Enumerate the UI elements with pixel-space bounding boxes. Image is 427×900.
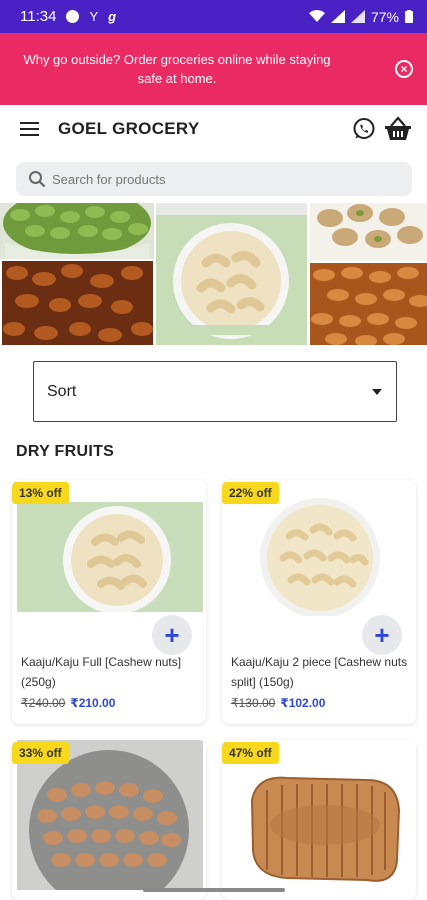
sort-dropdown[interactable]: Sort xyxy=(33,361,397,422)
product-name: Kaaju/Kaju Full [Cashew nuts] (250g) xyxy=(21,655,182,689)
raisins-image xyxy=(2,261,153,345)
search-icon xyxy=(29,171,46,188)
product-card[interactable]: 47% off xyxy=(222,740,416,900)
original-price: ₹240.00 xyxy=(21,696,66,710)
cardamom-image xyxy=(0,203,154,259)
discount-badge: 33% off xyxy=(12,742,69,764)
menu-icon[interactable] xyxy=(20,122,39,136)
product-image xyxy=(227,496,413,616)
whatsapp-icon[interactable] xyxy=(352,117,376,141)
product-image xyxy=(17,502,203,612)
sale-price: ₹102.00 xyxy=(280,696,326,710)
status-time: 11:34 xyxy=(20,8,57,25)
close-icon[interactable]: × xyxy=(395,60,413,78)
price-row: ₹240.00 ₹210.00 xyxy=(21,696,115,710)
sale-price: ₹210.00 xyxy=(70,696,116,710)
discount-badge: 13% off xyxy=(12,482,69,504)
original-price: ₹130.00 xyxy=(231,696,276,710)
signal-y-icon: Y xyxy=(89,9,99,24)
gesture-nav-handle[interactable] xyxy=(143,888,285,892)
cell-signal-2-icon xyxy=(350,10,365,23)
basket-icon[interactable] xyxy=(384,116,412,142)
notification-icon xyxy=(66,10,80,23)
dry-fruits-banner[interactable] xyxy=(0,203,427,345)
cashew-bowl-image xyxy=(156,203,307,345)
status-bar: 11:34 Y g 77% xyxy=(0,0,427,33)
sort-label: Sort xyxy=(47,382,77,400)
promo-text: Why go outside? Order groceries online w… xyxy=(23,52,331,86)
wifi-icon xyxy=(308,10,325,22)
app-title: GOEL GROCERY xyxy=(58,119,200,138)
app-g-icon: g xyxy=(108,9,117,24)
search-input[interactable] xyxy=(52,171,382,187)
add-to-cart-button[interactable]: + xyxy=(152,615,192,655)
discount-badge: 47% off xyxy=(222,742,279,764)
battery-icon xyxy=(405,10,413,23)
search-bar[interactable] xyxy=(16,162,412,196)
pistachio-image xyxy=(310,203,427,261)
product-name: Kaaju/Kaju 2 piece [Cashew nuts split] (… xyxy=(231,655,408,689)
caret-down-icon xyxy=(372,389,382,395)
product-card[interactable]: 22% off + Kaaju/Kaju 2 piece [Cashew nut… xyxy=(222,480,416,724)
almonds-image xyxy=(310,263,427,345)
product-card[interactable]: 13% off + Kaaju/Kaju Full [Cashew nuts] … xyxy=(12,480,206,724)
cell-signal-icon xyxy=(330,10,345,23)
price-row: ₹130.00 ₹102.00 xyxy=(231,696,325,710)
promo-banner: Why go outside? Order groceries online w… xyxy=(0,33,427,105)
product-card[interactable]: 33% off xyxy=(12,740,206,900)
section-title: DRY FRUITS xyxy=(16,443,115,460)
add-to-cart-button[interactable]: + xyxy=(362,615,402,655)
plus-icon: + xyxy=(164,619,180,650)
plus-icon: + xyxy=(374,619,390,650)
battery-percent: 77% xyxy=(370,8,399,25)
discount-badge: 22% off xyxy=(222,482,279,504)
